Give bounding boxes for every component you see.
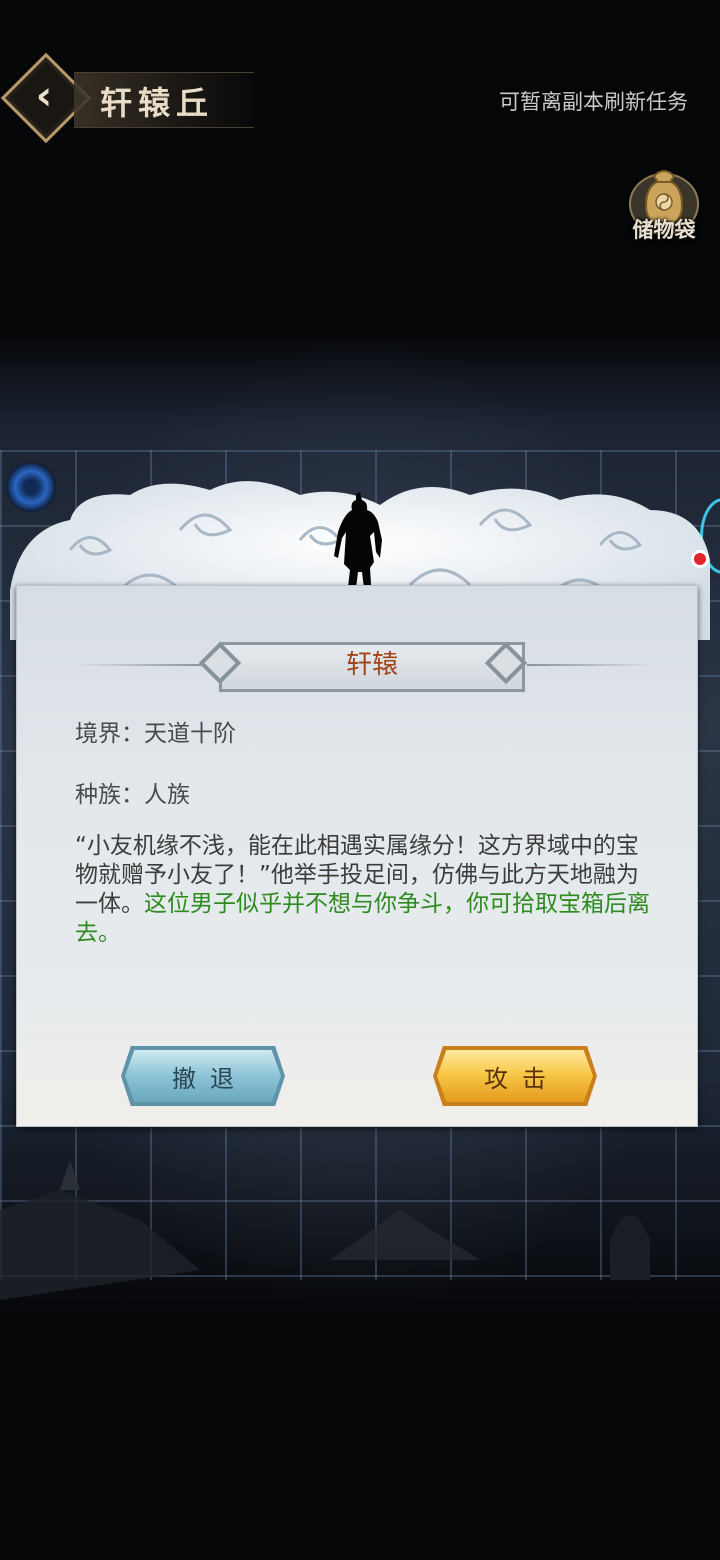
race-label: 种族：: [75, 782, 144, 808]
realm-value: 天道十阶: [144, 721, 236, 747]
realm-label: 境界：: [75, 721, 144, 747]
retreat-button[interactable]: 撤退: [125, 1050, 281, 1102]
divider-left: [73, 664, 203, 666]
race-row: 种族：人族: [75, 775, 190, 809]
chevron-left-icon[interactable]: ‹: [22, 73, 66, 119]
npc-name: 轩辕: [345, 650, 398, 680]
description-highlight: 这位男子似乎并不想与你争斗，你可拾取宝箱后离去。: [75, 891, 650, 946]
top-header: ‹ 轩辕丘 可暂离副本刷新任务 储物袋: [0, 0, 720, 300]
rooftops-decoration: [0, 1160, 650, 1300]
race-value: 人族: [144, 782, 190, 808]
realm-row: 境界：天道十阶: [75, 714, 236, 748]
npc-description: “小友机缘不浅，能在此相遇实属缘分！这方界域中的宝物就赠予小友了！”他举手投足间…: [75, 832, 651, 948]
attack-button[interactable]: 攻击: [437, 1050, 593, 1102]
location-title: 轩辕丘: [100, 84, 215, 122]
divider-right: [527, 664, 657, 666]
storage-bag-label[interactable]: 储物袋: [624, 214, 704, 244]
notification-dot: [694, 553, 706, 565]
npc-dialog: 轩辕 境界：天道十阶 种族：人族 “小友机缘不浅，能在此相遇实属缘分！这方界域中…: [16, 585, 698, 1127]
refresh-task-hint[interactable]: 可暂离副本刷新任务: [499, 86, 688, 116]
